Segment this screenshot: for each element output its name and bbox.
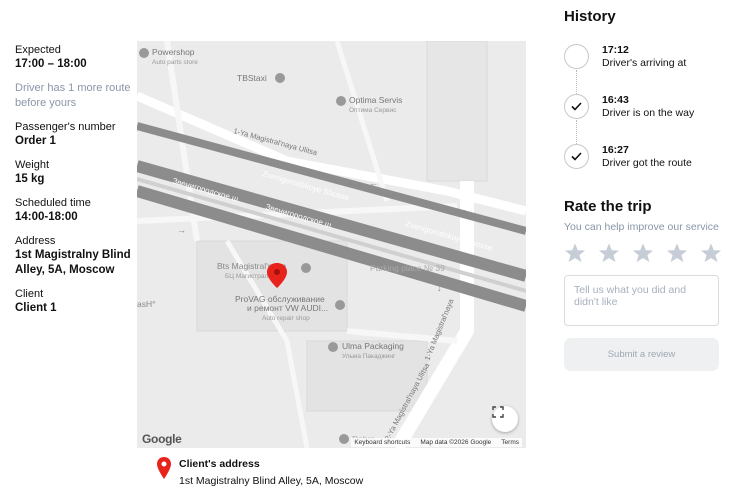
map-data-text: Map data ©2026 Google [420,439,492,446]
star-icon[interactable] [598,242,620,264]
route-map[interactable]: ↑ ← → ↓ Powershop Auto parts store TBSta… [137,41,526,448]
star-icon[interactable] [632,242,654,264]
poi-optima: Optima Servis [349,95,402,105]
star-icon[interactable] [700,242,722,264]
history-time: 16:27 [602,144,629,156]
review-textarea[interactable] [564,275,719,326]
svg-text:→: → [177,225,186,235]
order-info: Expected 17:00 – 18:00 Driver has 1 more… [15,43,135,325]
history-text: Driver's arriving at [602,57,687,69]
expected-label: Expected [15,44,61,56]
scheduled-label: Scheduled time [15,197,91,209]
history-title: History [564,8,616,25]
poi-optima-ru: Оптима Сервис [349,107,397,114]
status-circle-icon [564,44,589,69]
client-label: Client [15,288,44,300]
history-text: Driver got the route [602,157,692,169]
weight-value: 15 kg [15,173,45,185]
fullscreen-icon [492,406,504,418]
location-pin-icon [157,457,171,479]
passenger-value: Order 1 [15,135,56,147]
address-label: Address [15,235,56,247]
rate-subtitle: You can help improve our service [564,221,719,233]
history-item: 16:43 Driver is on the way [564,94,724,144]
expected-value: 17:00 – 18:00 [15,58,87,70]
terms-link[interactable]: Terms [501,439,519,446]
svg-text:↓: ↓ [437,283,442,293]
google-logo: Google [142,432,182,446]
client-address-title: Client's address [179,458,260,470]
poi-powershop: Powershop [152,47,195,57]
client-address-value: 1st Magistralny Blind Alley, 5A, Moscow [179,475,364,487]
svg-text:↑: ↑ [462,207,467,217]
driver-note: Driver has 1 more route before yours [15,82,131,109]
fullscreen-button[interactable] [492,406,518,432]
poi-edge: asH° [137,299,156,309]
keyboard-shortcuts-link[interactable]: Keyboard shortcuts [354,439,410,446]
poi-parking: Parking place № 39 [370,263,445,273]
scheduled-value: 14:00-18:00 [15,211,78,223]
poi-ulma-ru: Ульма Пакаджинг [342,353,396,360]
client-value: Client 1 [15,302,57,314]
svg-text:←: ← [369,178,378,188]
weight-label: Weight [15,159,50,171]
history-time: 16:43 [602,94,629,106]
passenger-label: Passenger's number [15,121,116,133]
history-time: 17:12 [602,44,629,56]
history-timeline: 17:12 Driver's arriving at 16:43 Driver … [564,44,724,194]
star-icon[interactable] [666,242,688,264]
map-canvas[interactable]: ↑ ← → ↓ Powershop Auto parts store TBSta… [137,41,526,448]
poi-ulma: Ulma Packaging [342,341,404,351]
client-address: Client's address 1st Magistralny Blind A… [157,457,363,488]
history-item: 16:27 Driver got the route [564,144,724,194]
poi-powershop-sub: Auto parts store [152,59,198,66]
check-icon [564,94,589,119]
poi-tbstaxi: TBStaxi [237,73,267,83]
map-footer: Keyboard shortcuts Map data ©2026 Google… [351,438,522,447]
submit-review-button[interactable]: Submit a review [564,338,719,371]
star-rating[interactable] [564,242,722,264]
poi-provag-sub: Auto repair shop [262,315,310,322]
history-item: 17:12 Driver's arriving at [564,44,724,94]
rate-title: Rate the trip [564,198,652,215]
star-icon[interactable] [564,242,586,264]
history-text: Driver is on the way [602,107,695,119]
address-value: 1st Magistralny Blind Alley, 5A, Moscow [15,249,131,276]
check-icon [564,144,589,169]
poi-provag-2: и ремонт VW AUDI... [247,303,328,313]
